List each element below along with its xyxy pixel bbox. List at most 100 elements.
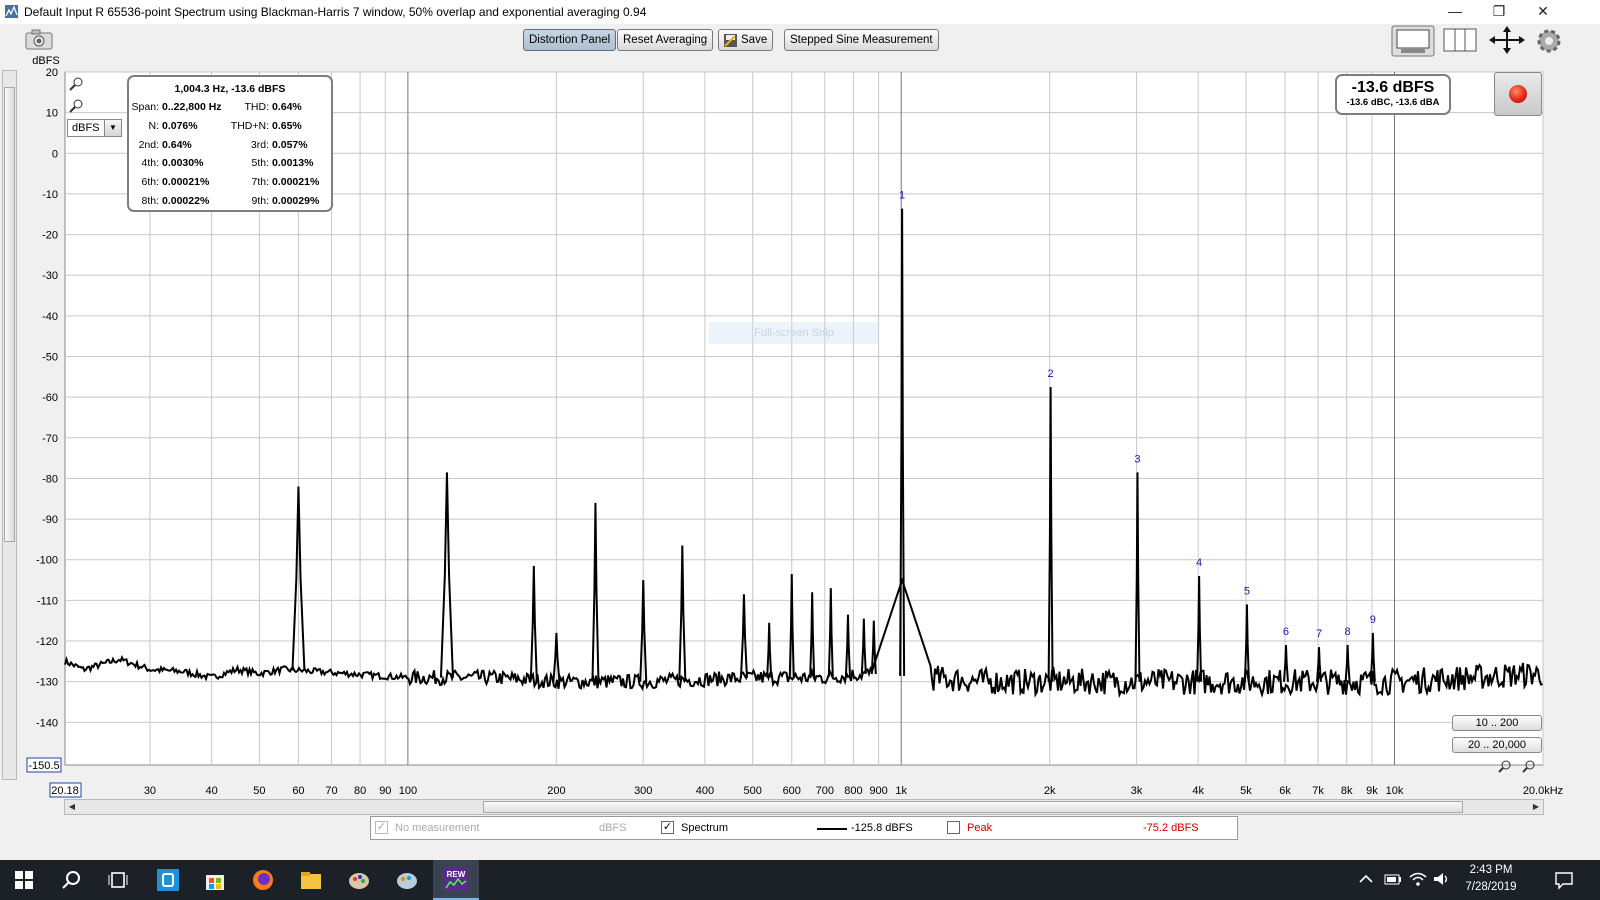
range-20-20000-button[interactable]: 20 .. 20,000	[1452, 737, 1542, 753]
info-label: N:	[148, 119, 160, 132]
distortion-panel-button[interactable]: Distortion Panel	[523, 29, 617, 51]
y-tick-label: -20	[42, 230, 58, 242]
x-tick-label: 700	[816, 785, 834, 797]
info-value: 0.076%	[162, 119, 198, 132]
scroll-right-icon[interactable]: ▶	[1529, 800, 1543, 814]
zoom-out-icon[interactable]	[68, 98, 84, 114]
wifi-icon[interactable]	[1408, 870, 1428, 888]
app-blue-icon[interactable]	[156, 868, 180, 892]
info-label: 5th:	[251, 157, 269, 170]
y-tick-label: -100	[36, 555, 58, 567]
no-measurement-checkbox[interactable]: ✓	[375, 821, 388, 834]
firefox-icon[interactable]	[251, 868, 275, 892]
zoom-reset-icon[interactable]	[1496, 757, 1540, 773]
x-tick-label: 40	[205, 785, 217, 797]
x-axis-labels: 30 40 50 60 70 80 90 100 200 300 400 500 600 700 800 90…	[49, 782, 1563, 798]
harmonic-label: 1	[899, 190, 905, 202]
x-tick-label: 300	[634, 785, 652, 797]
stepped-sine-button[interactable]: Stepped Sine Measurement	[784, 29, 939, 51]
info-value: 0.00029%	[272, 195, 320, 207]
clock-time[interactable]: 2:43 PM	[1456, 864, 1526, 876]
x-tick-label: 10k	[1386, 785, 1404, 797]
minimize-button[interactable]: —	[1432, 0, 1478, 24]
search-icon[interactable]	[60, 868, 84, 892]
zoom-fit-icon[interactable]	[1488, 26, 1526, 54]
y-min-box: -150.5	[26, 757, 62, 773]
unit-select-value: dBFS	[72, 122, 100, 134]
x-tick-label: 5k	[1240, 785, 1252, 797]
x-tick-label: 60	[292, 785, 304, 797]
x-tick-label: 20.0kHz	[1523, 785, 1563, 797]
rew-taskbar-button[interactable]: REW	[433, 860, 479, 900]
x-tick-label: 30	[144, 785, 156, 797]
peak-value: -75.2 dBFS	[1143, 822, 1199, 834]
file-explorer-icon[interactable]	[299, 868, 323, 892]
harmonic-label: 7	[1316, 628, 1322, 640]
notifications-icon[interactable]	[1554, 870, 1574, 890]
harmonic-label: 9	[1370, 614, 1376, 626]
y-tick-label: 0	[52, 148, 58, 160]
spectrum-label: Spectrum	[681, 822, 729, 834]
paint-icon[interactable]	[347, 868, 371, 892]
zoom-in-icon[interactable]	[68, 76, 84, 92]
record-button[interactable]	[1494, 72, 1542, 116]
y-tick-label: -110	[37, 595, 58, 607]
graph-view-icon[interactable]	[1391, 25, 1435, 57]
peak-checkbox[interactable]	[947, 821, 960, 834]
gear-icon[interactable]	[1536, 28, 1562, 54]
y-min-label: -150.5	[28, 760, 59, 772]
info-label: 2nd:	[138, 138, 159, 151]
peak-label: Peak	[967, 822, 993, 834]
harmonic-label: 2	[1048, 368, 1054, 380]
volume-icon[interactable]	[1432, 870, 1452, 888]
vertical-scrollbar[interactable]	[2, 70, 17, 780]
no-measurement-label: No measurement	[395, 822, 480, 834]
panels-icon[interactable]	[1443, 28, 1477, 52]
save-button[interactable]: Save	[718, 29, 774, 51]
x-tick-label: 90	[379, 785, 391, 797]
x-tick-label: 6k	[1279, 785, 1291, 797]
vertical-scroll-thumb[interactable]	[4, 87, 15, 542]
info-value: 0.0013%	[272, 157, 314, 170]
y-tick-label: -30	[42, 270, 58, 282]
spectrum-checkbox[interactable]: ✓	[661, 821, 674, 834]
info-label: 3rd:	[250, 138, 269, 151]
horizontal-scrollbar[interactable]: ◀ ▶	[64, 799, 1544, 815]
clock-date[interactable]: 7/28/2019	[1456, 881, 1526, 893]
horizontal-scroll-thumb[interactable]	[483, 801, 1463, 813]
info-label: THD+N:	[230, 119, 269, 132]
chevron-up-icon[interactable]	[1357, 870, 1375, 888]
x-tick-label: 500	[744, 785, 762, 797]
y-tick-label: -120	[36, 636, 58, 648]
x-tick-label: 100	[399, 785, 417, 797]
scroll-left-icon[interactable]: ◀	[65, 800, 79, 814]
info-label: Span:	[131, 101, 159, 113]
harmonic-label: 8	[1345, 626, 1351, 638]
x-tick-label: 50	[253, 785, 265, 797]
x-tick-label: 600	[783, 785, 801, 797]
battery-icon[interactable]	[1383, 870, 1403, 888]
legend-bar: ✓ No measurement dBFS ✓ Spectrum -125.8 …	[370, 816, 1238, 840]
windows-start-icon[interactable]	[12, 868, 36, 892]
y-unit-label: dBFS	[32, 56, 60, 67]
x-tick-label: 8k	[1341, 785, 1353, 797]
store-icon[interactable]	[203, 868, 227, 892]
harmonic-label: 4	[1196, 557, 1202, 569]
task-view-icon[interactable]	[106, 868, 130, 892]
info-value: 0.0030%	[162, 157, 204, 170]
x-tick-label: 80	[354, 785, 366, 797]
restore-button[interactable]: ❐	[1476, 0, 1522, 24]
paint3d-icon[interactable]	[395, 868, 419, 892]
close-button[interactable]: ✕	[1520, 0, 1566, 24]
reset-averaging-button[interactable]: Reset Averaging	[617, 29, 714, 51]
info-label: 4th:	[141, 157, 159, 170]
app-icon	[5, 5, 18, 18]
info-label: THD:	[244, 101, 270, 113]
x-tick-label: 1k	[895, 785, 907, 797]
info-value: 0..22,800 Hz	[162, 101, 222, 113]
camera-icon[interactable]	[24, 28, 54, 52]
y-tick-label: -80	[42, 473, 58, 485]
svg-text:REW: REW	[447, 870, 466, 879]
range-10-200-button[interactable]: 10 .. 200	[1452, 715, 1542, 731]
x-tick-label: 800	[844, 785, 862, 797]
